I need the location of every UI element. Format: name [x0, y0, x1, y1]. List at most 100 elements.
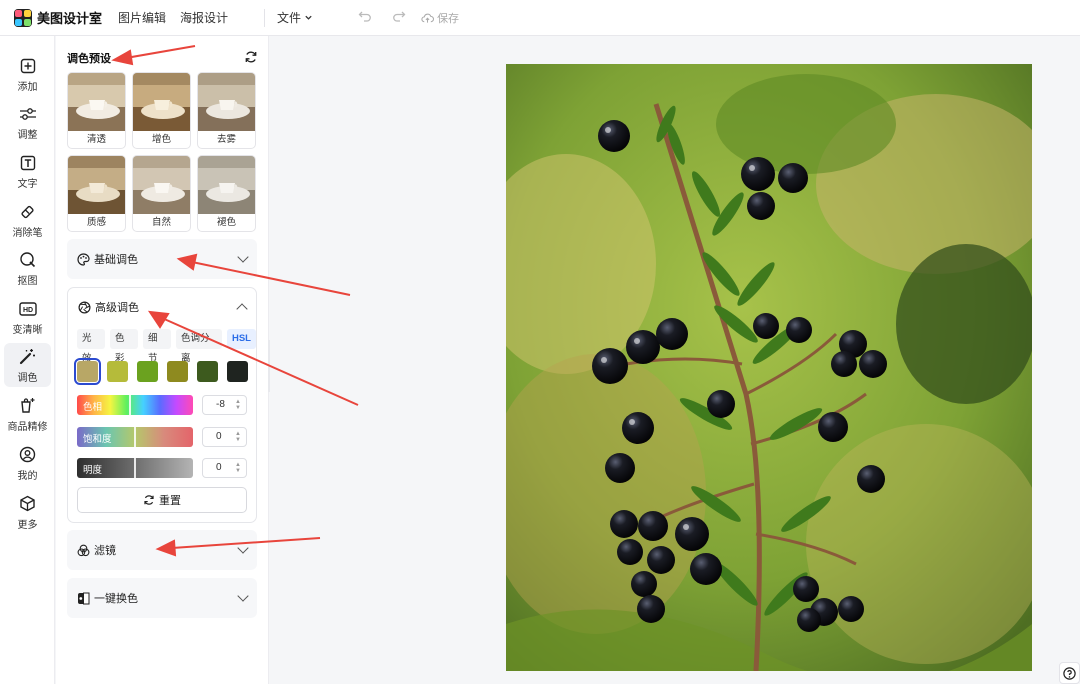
slider-handle[interactable]	[134, 427, 136, 447]
divider	[264, 8, 266, 27]
section-header: 滤镜	[77, 530, 116, 570]
sidebar-item-label: 商品精修	[7, 421, 48, 433]
reset-label: 重置	[159, 495, 181, 507]
help-button[interactable]	[1059, 662, 1080, 684]
sidebar-item-product-retouch[interactable]: 商品精修	[4, 392, 51, 436]
redo-icon[interactable]	[391, 9, 407, 26]
preset-thumbnail	[68, 73, 125, 131]
preset-card[interactable]: 清透	[67, 72, 126, 149]
color-swatch[interactable]	[107, 361, 128, 382]
sidebar-item-eraser[interactable]: 消除笔	[4, 198, 51, 242]
chevron-down-icon	[237, 590, 249, 602]
color-swatch[interactable]	[137, 361, 158, 382]
palette-icon	[77, 252, 90, 266]
color-swatch[interactable]	[197, 361, 218, 382]
save-label: 保存	[437, 12, 460, 25]
preset-thumbnail	[198, 156, 255, 214]
preset-label: 去雾	[216, 134, 236, 145]
tab-split-toning[interactable]: 色调分离	[176, 329, 222, 364]
product-retouch-icon	[18, 396, 38, 416]
tab-detail[interactable]: 细节	[143, 329, 171, 364]
hue-slider[interactable]: 色相	[77, 395, 193, 415]
color-swatch[interactable]	[167, 361, 188, 382]
chevron-down-icon	[305, 15, 312, 20]
preset-card[interactable]: 质感	[67, 155, 126, 232]
preset-label: 自然	[151, 217, 171, 228]
value-text: -8	[216, 399, 225, 410]
reset-button[interactable]: 重置	[77, 487, 247, 513]
one-click-color-section[interactable]: 一键换色	[67, 578, 257, 618]
tab-light[interactable]: 光效	[77, 329, 105, 364]
slider-label: 明度	[83, 465, 103, 476]
section-title: 一键换色	[94, 593, 138, 605]
color-swap-icon	[78, 592, 90, 604]
cutout-icon	[18, 250, 38, 270]
hd-icon: HD	[18, 299, 38, 319]
preset-label: 质感	[86, 217, 106, 228]
color-swatches	[74, 358, 248, 385]
sidebar-item-label: 添加	[17, 81, 38, 93]
nav-poster-design[interactable]: 海报设计	[180, 9, 228, 26]
undo-icon[interactable]	[357, 9, 373, 26]
sidebar-item-enhance[interactable]: HD 变清晰	[4, 295, 51, 339]
section-title: 基础调色	[94, 254, 138, 266]
aperture-icon	[78, 300, 91, 314]
sidebar-item-add[interactable]: 添加	[4, 52, 51, 96]
filter-section[interactable]: 滤镜	[67, 530, 257, 570]
section-header: 一键换色	[77, 578, 138, 618]
user-icon	[18, 445, 38, 465]
basic-color-section[interactable]: 基础调色	[67, 239, 257, 279]
tab-color[interactable]: 色彩	[110, 329, 138, 364]
color-swatch[interactable]	[227, 361, 248, 382]
color-swatch[interactable]	[74, 358, 101, 385]
saturation-slider[interactable]: 饱和度	[77, 427, 193, 447]
lightness-slider[interactable]: 明度	[77, 458, 193, 478]
section-header[interactable]: 高级调色	[78, 288, 139, 326]
sidebar-item-cutout[interactable]: 抠图	[4, 246, 51, 290]
sidebar-item-color[interactable]: 调色	[4, 343, 51, 387]
sidebar-item-adjust[interactable]: 调整	[4, 100, 51, 144]
top-bar: 美图设计室 图片编辑 海报设计 文件 保存	[0, 0, 1080, 36]
nav-image-edit[interactable]: 图片编辑	[118, 9, 166, 26]
lightness-value-input[interactable]: 0 ▲ ▼	[202, 458, 247, 478]
slider-handle[interactable]	[129, 395, 131, 415]
stepper-icon[interactable]: ▲ ▼	[235, 399, 241, 411]
preset-label: 清透	[86, 134, 106, 145]
slider-handle[interactable]	[134, 458, 136, 478]
save-button[interactable]: 保存	[421, 10, 459, 26]
value-text: 0	[216, 462, 222, 473]
file-menu[interactable]: 文件	[277, 9, 313, 26]
sidebar-item-more[interactable]: 更多	[4, 490, 51, 534]
magic-wand-icon	[18, 347, 38, 367]
tab-hsl[interactable]: HSL	[226, 329, 256, 349]
stepper-icon[interactable]: ▲ ▼	[235, 431, 241, 443]
preset-thumbnail	[68, 156, 125, 214]
advanced-color-section: 高级调色 光效 色彩 细节 色调分离 HSL 色相 -8 ▲ ▼ 饱和度 0 ▲…	[67, 287, 257, 523]
sidebar-item-label: 变清晰	[12, 324, 43, 336]
sliders-icon	[18, 104, 38, 124]
eraser-icon	[18, 202, 38, 222]
preset-thumbnail	[133, 73, 190, 131]
app-logo[interactable]: 美图设计室	[14, 8, 102, 27]
cloud-upload-icon	[421, 13, 435, 23]
chevron-down-icon	[237, 542, 249, 554]
help-icon	[1063, 666, 1076, 680]
preset-thumbnail	[198, 73, 255, 131]
stepper-icon[interactable]: ▲ ▼	[235, 462, 241, 474]
refresh-icon[interactable]	[244, 50, 258, 64]
preset-card[interactable]: 去雾	[197, 72, 256, 149]
edited-photo[interactable]	[506, 64, 1032, 671]
sidebar-item-label: 文字	[17, 178, 38, 190]
preset-card[interactable]: 褪色	[197, 155, 256, 232]
filter-icon	[77, 544, 90, 556]
sidebar-item-text[interactable]: 文字	[4, 149, 51, 193]
preset-card[interactable]: 自然	[132, 155, 191, 232]
preset-label: 褪色	[216, 217, 236, 228]
chevron-up-icon[interactable]	[236, 303, 248, 315]
hue-value-input[interactable]: -8 ▲ ▼	[202, 395, 247, 415]
preset-label: 增色	[151, 134, 171, 145]
saturation-value-input[interactable]: 0 ▲ ▼	[202, 427, 247, 447]
color-panel: 调色预设 清透 增色 去雾 质感 自然 褪色 基础调色 高级调色 光效 色彩 细…	[56, 36, 269, 684]
preset-card[interactable]: 增色	[132, 72, 191, 149]
sidebar-item-mine[interactable]: 我的	[4, 441, 51, 485]
